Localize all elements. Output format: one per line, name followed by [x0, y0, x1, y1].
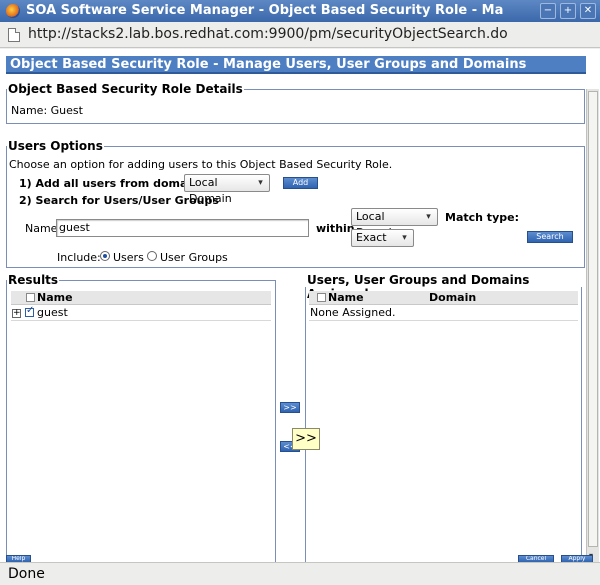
- url-text[interactable]: http://stacks2.lab.bos.redhat.com:9900/p…: [28, 26, 508, 42]
- user-groups-radio-label: User Groups: [160, 251, 228, 264]
- assigned-select-all-checkbox[interactable]: [317, 293, 326, 302]
- user-groups-radio[interactable]: [147, 251, 157, 261]
- details-legend: Object Based Security Role Details: [8, 82, 243, 96]
- scrollbar-thumb[interactable]: [588, 91, 598, 547]
- search-button[interactable]: Search: [527, 231, 573, 243]
- match-type-value: Exact: [356, 231, 387, 244]
- assigned-grid-header: Name Domain: [309, 291, 578, 305]
- search-users-label: 2) Search for Users/User Groups: [19, 194, 219, 207]
- window-title: SOA Software Service Manager - Object Ba…: [26, 3, 504, 18]
- results-legend: Results: [8, 273, 59, 287]
- assigned-name-column: Name: [328, 291, 364, 304]
- minimize-button[interactable]: −: [540, 3, 556, 19]
- users-options-legend: Users Options: [8, 139, 103, 153]
- page-icon: [8, 28, 20, 42]
- within-domain-select[interactable]: Local Domain ▾: [351, 208, 438, 239]
- match-type-label: Match type:: [445, 211, 519, 224]
- assigned-domain-column: Domain: [429, 291, 477, 304]
- vertical-scrollbar[interactable]: ▾: [586, 89, 599, 562]
- status-bar: Done: [0, 562, 600, 585]
- result-row-checkbox[interactable]: [25, 305, 34, 317]
- users-radio[interactable]: [100, 251, 110, 261]
- results-name-column: Name: [37, 291, 73, 304]
- add-domain-select[interactable]: Local Domain ▾: [184, 174, 270, 205]
- url-bar: http://stacks2.lab.bos.redhat.com:9900/p…: [0, 22, 600, 48]
- chevron-down-icon: ▾: [258, 178, 263, 188]
- page-header: Object Based Security Role - Manage User…: [6, 56, 586, 74]
- row-divider: [309, 320, 578, 321]
- name-search-input[interactable]: guest: [56, 219, 309, 237]
- details-section: Object Based Security Role Details: [6, 82, 585, 124]
- close-button[interactable]: ✕: [580, 3, 596, 19]
- window-controls: − + ✕: [540, 3, 596, 19]
- row-divider: [11, 320, 271, 321]
- results-select-all-checkbox[interactable]: [26, 293, 35, 302]
- window-titlebar: SOA Software Service Manager - Object Ba…: [0, 0, 600, 22]
- expand-icon[interactable]: +: [12, 309, 21, 318]
- firefox-icon: [6, 4, 20, 18]
- add-button[interactable]: Add: [283, 177, 318, 189]
- users-radio-label: Users: [113, 251, 144, 264]
- role-name-text: Name: Guest: [11, 104, 83, 117]
- assigned-empty-text: None Assigned.: [310, 306, 396, 319]
- within-label: within: [316, 222, 355, 235]
- chevron-down-icon: ▾: [402, 233, 407, 243]
- users-options-instruction: Choose an option for adding users to thi…: [9, 158, 393, 171]
- add-all-users-label: 1) Add all users from domain:: [19, 177, 204, 190]
- include-label: Include:: [57, 251, 101, 264]
- page-content: Object Based Security Role - Manage User…: [0, 49, 600, 562]
- status-text: Done: [8, 566, 45, 582]
- result-row-name: guest: [37, 306, 68, 319]
- tooltip: >>: [292, 428, 320, 450]
- match-type-select[interactable]: Exact ▾: [351, 229, 414, 247]
- maximize-button[interactable]: +: [560, 3, 576, 19]
- results-grid-header: Name: [11, 291, 271, 305]
- chevron-down-icon: ▾: [426, 212, 431, 222]
- move-right-button[interactable]: >>: [280, 402, 300, 413]
